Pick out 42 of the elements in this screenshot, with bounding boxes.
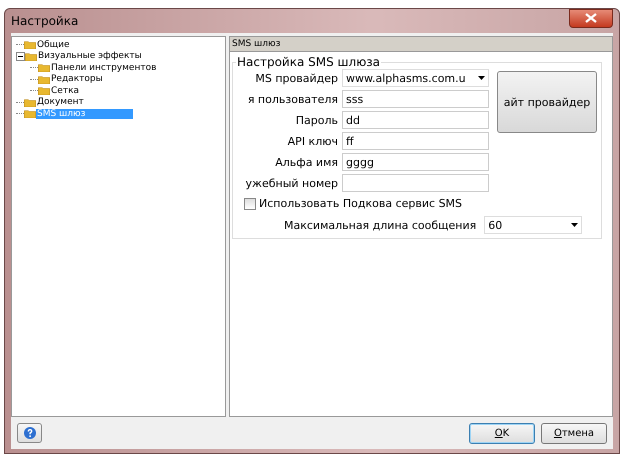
close-icon	[585, 13, 597, 23]
field-label: я пользователя	[246, 92, 338, 106]
dialog-button[interactable]: Отмена	[541, 422, 607, 444]
field-label: MS провайдер	[254, 72, 338, 84]
tree-item[interactable]: Панели инструментов	[50, 62, 158, 73]
close-button[interactable]	[569, 8, 613, 28]
field-label: Максимальная длина сообщения	[284, 218, 476, 232]
input-field[interactable]: gggg	[342, 153, 489, 171]
folder-icon	[24, 98, 36, 107]
folder-icon	[24, 109, 36, 118]
collapse-icon[interactable]	[16, 52, 25, 61]
folder-icon	[24, 40, 36, 50]
panel-header: SMS шлюз	[230, 37, 612, 52]
tree-item[interactable]: Сетка	[50, 86, 80, 96]
window-title: Настройка	[11, 14, 78, 28]
checkbox-label: Использовать Подкова сервис SMS	[259, 197, 462, 210]
tree-item[interactable]: Редакторы	[50, 74, 104, 84]
field-label: API ключ	[286, 134, 338, 148]
field-label: Альфа имя	[274, 156, 338, 168]
group-title: Настройка SMS шлюза	[236, 55, 382, 69]
field-label: ужебный номер	[244, 176, 338, 190]
input-field[interactable]: ff	[342, 132, 489, 150]
caret-icon	[478, 76, 485, 80]
provider-dropdown[interactable]: www.alphasms.com.u	[342, 69, 489, 87]
dialog-button[interactable]: OK	[469, 422, 535, 444]
input-field[interactable]: sss	[342, 90, 489, 108]
length-dropdown[interactable]: 60	[484, 216, 582, 234]
checkbox[interactable]	[244, 198, 256, 210]
tree-item[interactable]: Общие	[36, 40, 70, 50]
folder-icon	[38, 86, 50, 96]
folder-icon	[25, 52, 37, 61]
provider-site-button[interactable]: айт провайдер	[497, 71, 597, 133]
help-icon	[24, 427, 36, 439]
folder-icon	[38, 74, 50, 84]
input-field[interactable]	[342, 174, 489, 192]
tree-item[interactable]: Документ	[36, 97, 85, 108]
caret-icon	[571, 223, 578, 227]
help-button[interactable]	[17, 423, 42, 443]
field-label: Пароль	[294, 114, 338, 126]
input-field[interactable]: dd	[342, 111, 489, 129]
tree-item[interactable]: Визуальные эффекты	[37, 51, 143, 62]
folder-icon	[38, 63, 50, 72]
